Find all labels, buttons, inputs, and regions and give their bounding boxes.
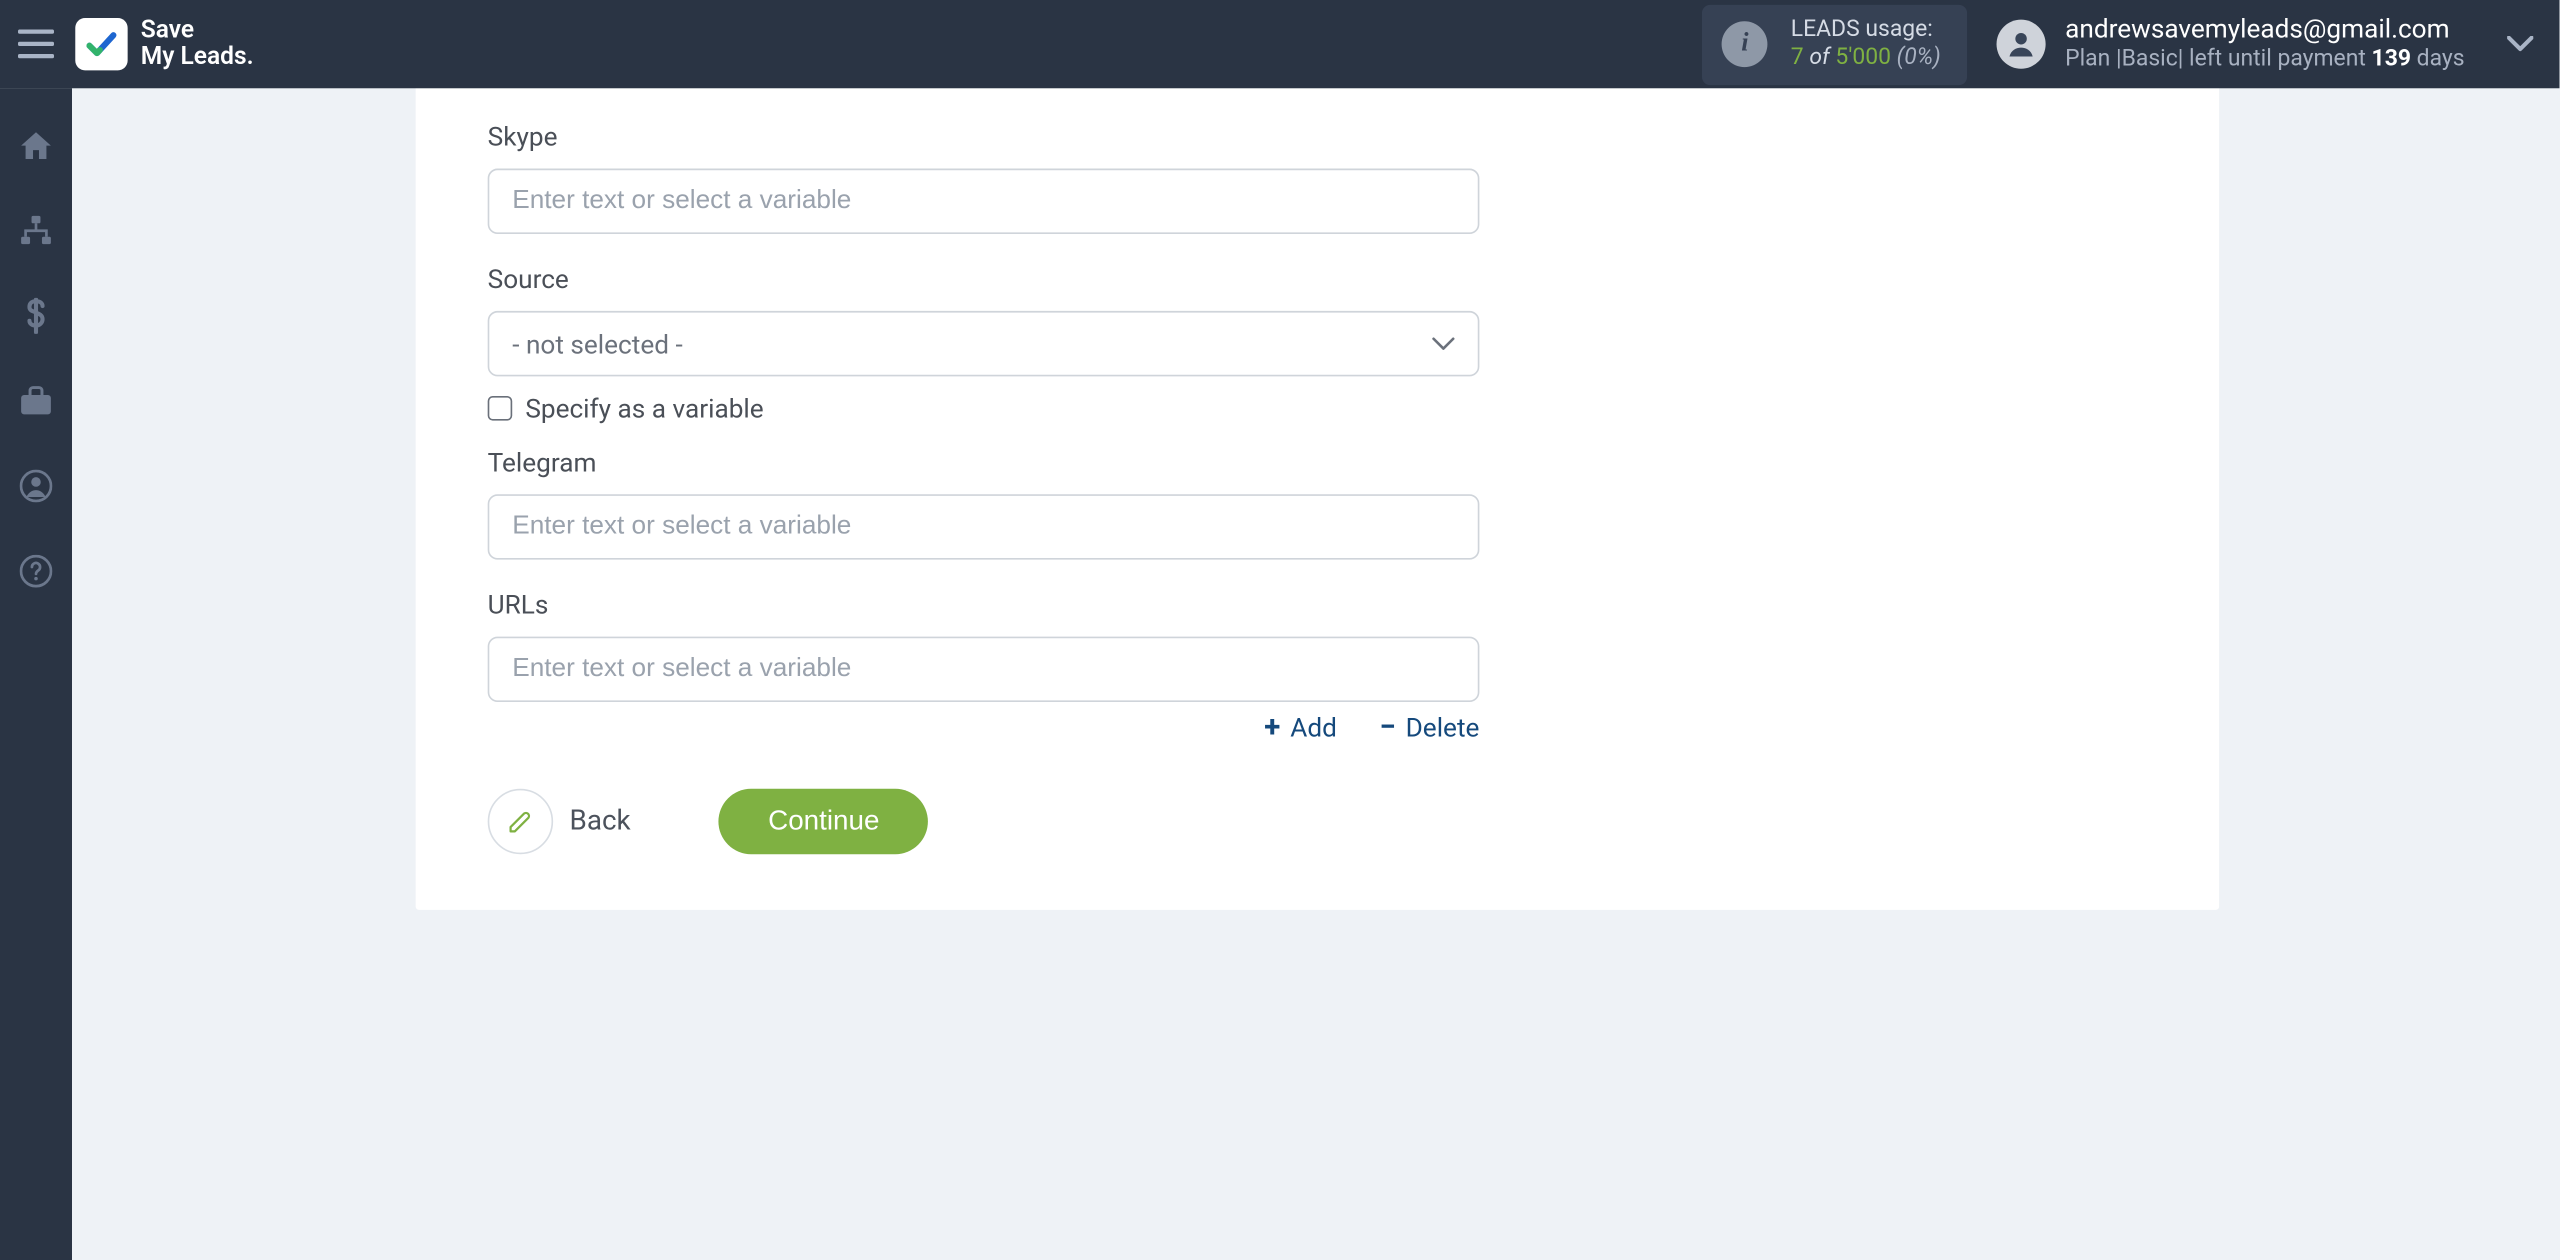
sidebar-item-help[interactable]	[0, 540, 72, 602]
continue-button[interactable]: Continue	[719, 789, 929, 854]
logo-mark	[75, 18, 127, 70]
account-email: andrewsavemyleads@gmail.com	[2065, 14, 2464, 47]
urls-label: URLs	[488, 589, 2147, 620]
field-source: Source - not selected - Specify as a var…	[488, 263, 2147, 423]
source-label: Source	[488, 263, 2147, 294]
leads-usage-value: 7 of 5'000 (0%)	[1791, 44, 1941, 73]
info-icon: i	[1722, 21, 1768, 67]
account-plan-line: Plan |Basic| left until payment 139 days	[2065, 46, 2464, 75]
sidebar-item-connections[interactable]	[0, 200, 72, 262]
delete-url-label: Delete	[1406, 712, 1480, 743]
source-selected-value: - not selected -	[512, 328, 683, 359]
continue-button-label: Continue	[768, 805, 879, 836]
user-circle-icon	[20, 470, 53, 503]
dollar-icon	[25, 298, 48, 334]
briefcase-icon	[18, 385, 54, 418]
question-circle-icon	[20, 555, 53, 588]
add-url-label: Add	[1290, 712, 1337, 743]
field-skype: Skype	[488, 121, 2147, 234]
sitemap-icon	[18, 214, 54, 247]
form-card: Skype Source - not selected - Specify as	[416, 88, 2219, 910]
main-area: Skype Source - not selected - Specify as	[72, 88, 2559, 1260]
leads-usage-title: LEADS usage:	[1791, 16, 1941, 45]
skype-label: Skype	[488, 121, 2147, 152]
leads-usage-of: of	[1809, 44, 1829, 70]
avatar	[1996, 20, 2045, 69]
source-select[interactable]: - not selected -	[488, 311, 1480, 376]
chevron-down-icon	[2507, 36, 2533, 52]
hamburger-icon	[18, 29, 54, 58]
edit-icon-circle	[488, 789, 553, 854]
telegram-input[interactable]	[488, 494, 1480, 559]
account-info: andrewsavemyleads@gmail.com Plan |Basic|…	[2065, 14, 2464, 75]
checkmark-icon	[83, 26, 119, 62]
skype-input[interactable]	[488, 169, 1480, 234]
field-telegram: Telegram	[488, 447, 2147, 560]
leads-usage-widget[interactable]: i LEADS usage: 7 of 5'000 (0%)	[1702, 4, 1967, 84]
leads-usage-used: 7	[1791, 44, 1804, 70]
sidebar-item-home[interactable]	[0, 115, 72, 177]
form-button-row: Back Continue	[488, 789, 2147, 854]
plan-mid: | left until payment	[2178, 46, 2372, 72]
plus-icon: +	[1261, 713, 1284, 742]
brand-name-line2: My Leads.	[141, 44, 254, 70]
leads-usage-percent: (0%)	[1897, 44, 1941, 70]
leads-usage-quota: 5'000	[1835, 44, 1891, 70]
back-button[interactable]: Back	[488, 789, 631, 854]
sidebar-item-billing[interactable]	[0, 285, 72, 347]
source-variable-checkbox-row[interactable]: Specify as a variable	[488, 393, 2147, 424]
plan-name: Basic	[2122, 46, 2178, 72]
urls-row-actions: + Add − Delete	[488, 712, 1480, 743]
plan-days: 139	[2372, 46, 2411, 72]
source-checkbox-label: Specify as a variable	[525, 393, 763, 424]
telegram-label: Telegram	[488, 447, 2147, 478]
field-urls: URLs + Add − Delete	[488, 589, 2147, 743]
delete-url-button[interactable]: − Delete	[1376, 712, 1479, 743]
brand-name: Save My Leads.	[141, 18, 254, 70]
sidebar-item-profile[interactable]	[0, 455, 72, 517]
pencil-icon	[506, 807, 535, 836]
add-url-button[interactable]: + Add	[1261, 712, 1337, 743]
brand-logo[interactable]: Save My Leads.	[75, 18, 253, 70]
hamburger-menu-button[interactable]	[0, 0, 72, 88]
top-bar: Save My Leads. i LEADS usage: 7 of 5'000…	[0, 0, 2559, 88]
leads-usage-text: LEADS usage: 7 of 5'000 (0%)	[1791, 16, 1941, 73]
user-icon	[2005, 28, 2038, 61]
checkbox-icon	[488, 396, 513, 421]
plan-prefix: Plan |	[2065, 46, 2121, 72]
home-icon	[18, 129, 54, 162]
account-menu[interactable]: andrewsavemyleads@gmail.com Plan |Basic|…	[1996, 14, 2464, 75]
chevron-down-icon	[1432, 336, 1455, 351]
account-dropdown-toggle[interactable]	[2481, 0, 2560, 88]
back-button-label: Back	[570, 805, 631, 838]
side-rail	[0, 88, 72, 1260]
sidebar-item-briefcase[interactable]	[0, 370, 72, 432]
plan-suffix: days	[2411, 46, 2465, 72]
urls-input[interactable]	[488, 637, 1480, 702]
minus-icon: −	[1376, 713, 1399, 742]
